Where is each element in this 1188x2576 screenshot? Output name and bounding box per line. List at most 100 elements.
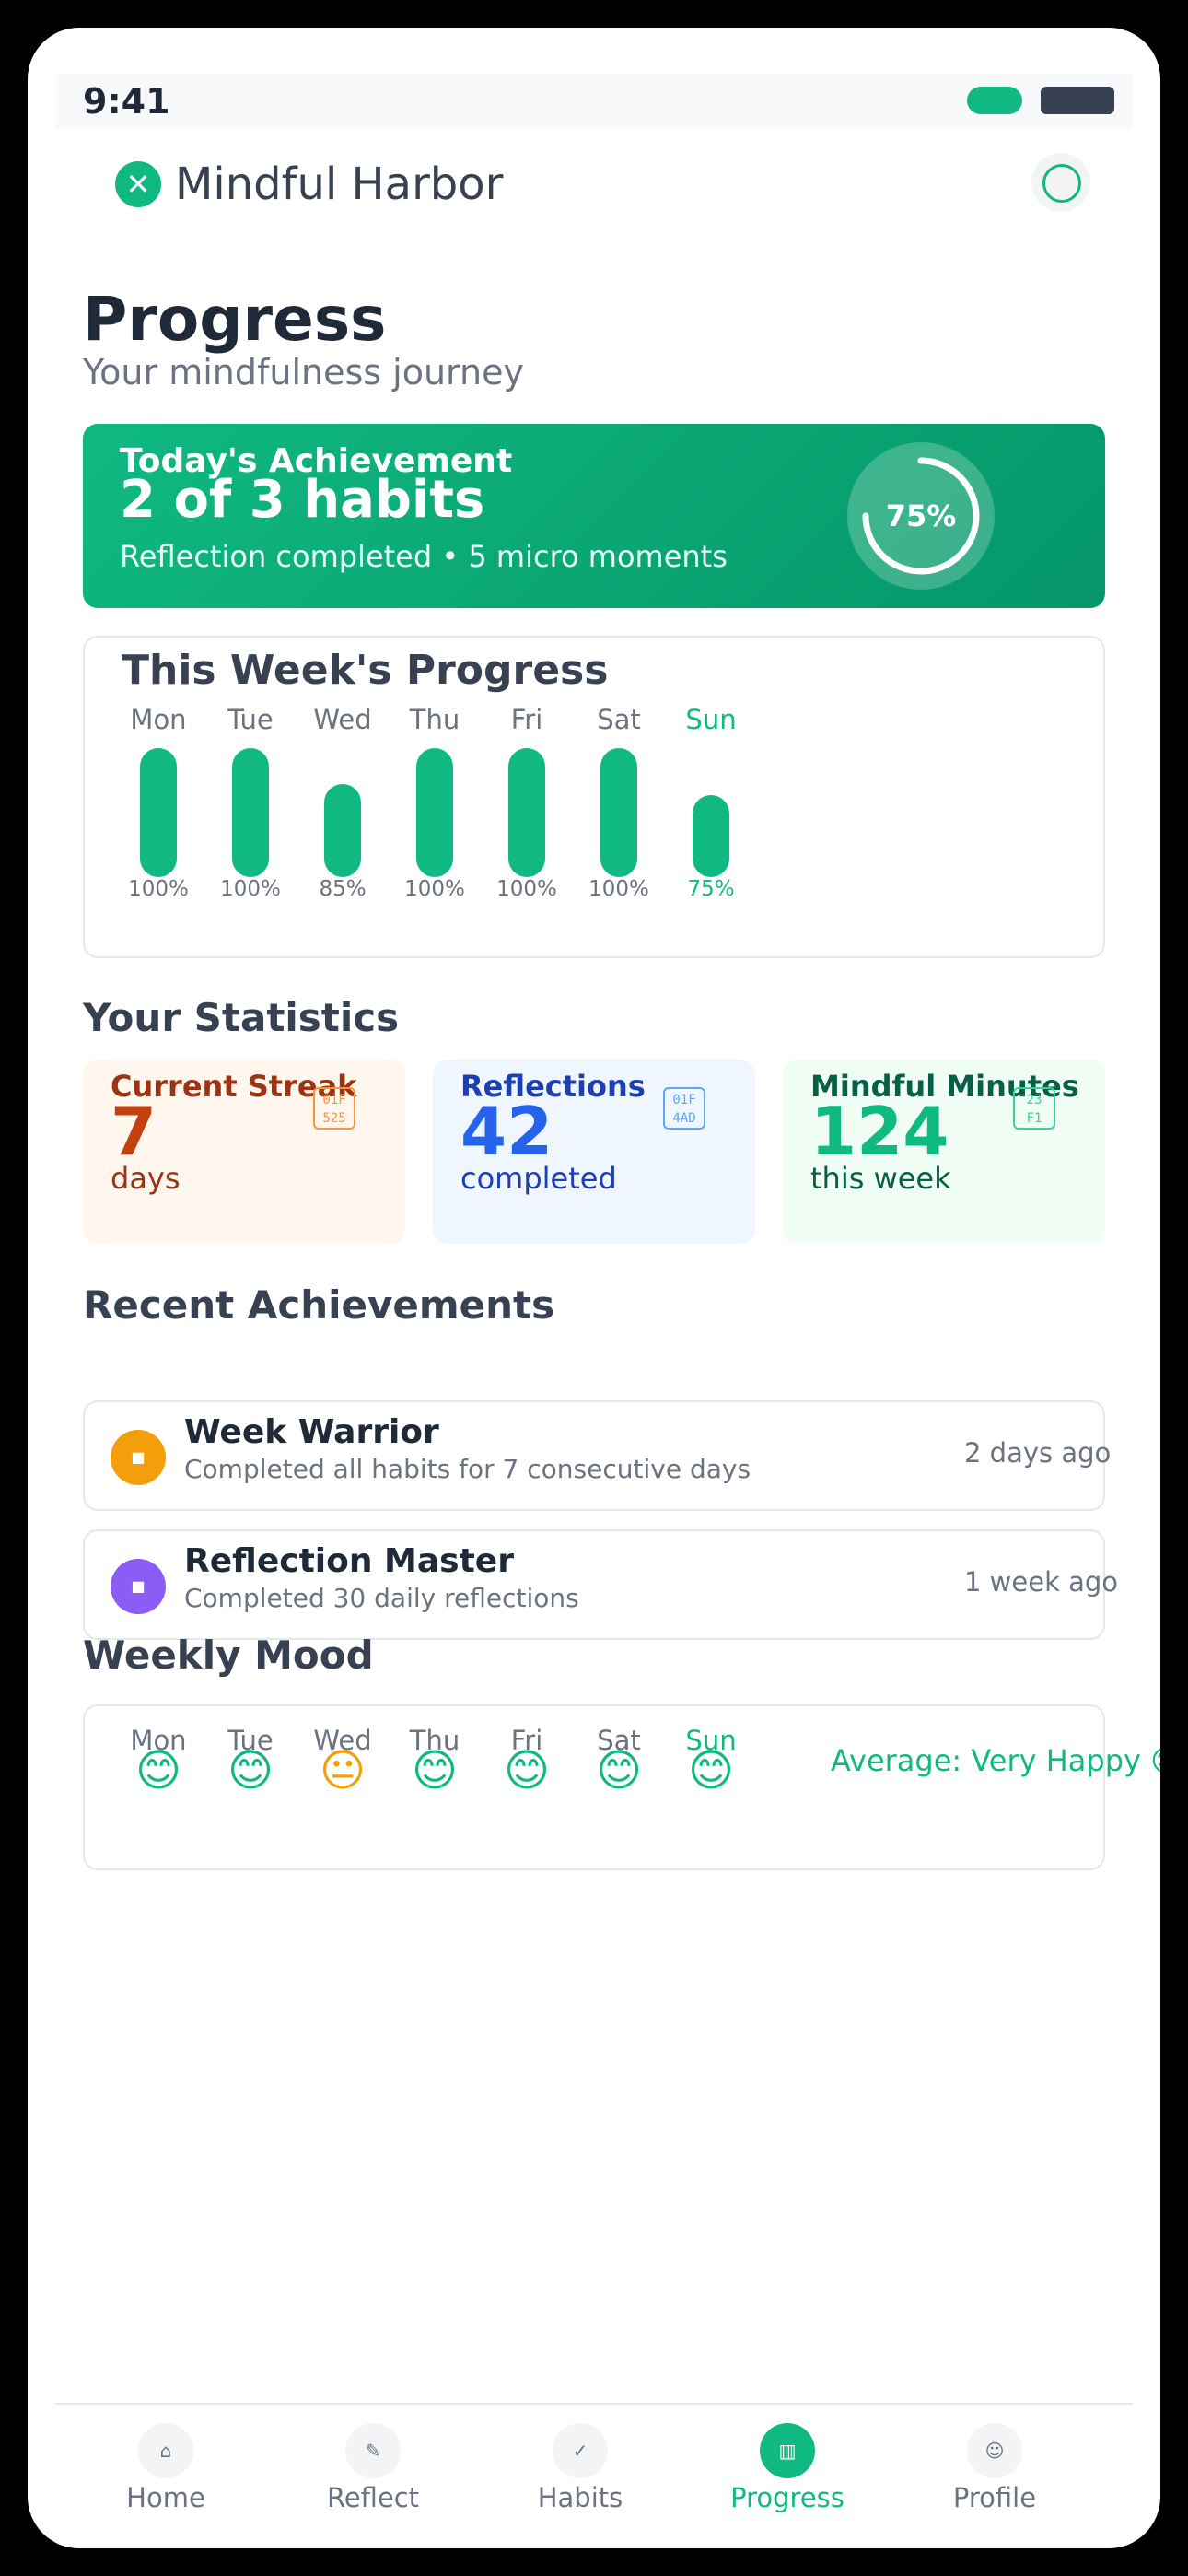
stat-value: 124 [810,1093,949,1170]
week-day-label: Sat [597,704,641,735]
hourglass-icon: 23 F1 [1013,1087,1055,1130]
battery-icon [1041,87,1114,114]
achievement-description: Completed all habits for 7 consecutive d… [184,1454,751,1484]
stat-value: 7 [111,1093,157,1170]
week-bar [600,748,637,877]
week-bar-value-label: 85% [319,877,367,901]
nav-label: Profile [952,2482,1037,2513]
week-bar [140,748,177,877]
week-bar-value-label: 100% [220,877,281,901]
notebook-icon: 01F 4AD [663,1087,705,1130]
check-icon: ✓ [553,2423,608,2478]
week-bar [416,748,453,877]
stat-card[interactable]: Reflections 42 completed 01F 4AD [433,1060,755,1244]
week-bar-value-label: 100% [404,877,465,901]
stat-unit: this week [810,1161,951,1196]
week-bar [232,748,269,877]
achievement-list-item[interactable]: ■ Reflection Master Completed 30 daily ref… [83,1529,1118,1640]
stat-unit: days [111,1161,181,1196]
achievement-list-item[interactable]: ■ Week Warrior Completed all habits for 7 … [83,1400,1111,1511]
nav-label: Habits [537,2482,623,2513]
week-day-column: Thu 100% [398,638,490,960]
week-bar-value-label: 75% [687,877,735,901]
week-day-column: Wed 85% [306,638,398,960]
chart-icon: ▥ [760,2423,815,2478]
progress-ring-percent: 75% [885,498,957,533]
mood-face-icon: 😊 [411,1745,459,1797]
app-name: Mindful Harbor [175,158,504,210]
mood-face-icon: 😊 [687,1745,735,1797]
achievement-description: Completed 30 daily reflections [184,1583,579,1613]
week-progress-card: This Week's Progress Mon 100% Tue 100% Wed 85… [83,636,1105,958]
fire-icon: 01F 525 [313,1087,355,1130]
achievement-time: 1 week ago [964,1566,1119,1598]
nav-item-profile[interactable]: ☺ Profile [903,2405,1087,2548]
mood-face-icon: 😊 [227,1745,274,1797]
today-achievement-card[interactable]: Today's Achievement 2 of 3 habits Reflec… [83,424,1105,608]
week-day-label: Mon [130,704,187,735]
statistics-title: Your Statistics [83,995,400,1040]
week-day-column: Tue 100% [214,638,306,960]
status-bar: 9:41 [55,74,1133,129]
achievement-value: 2 of 3 habits [120,470,485,530]
week-bar-track [324,748,361,877]
week-bar [693,794,729,877]
star-icon: ■ [111,1559,166,1614]
stat-value: 42 [460,1093,553,1170]
nav-item-progress[interactable]: ▥ Progress [695,2405,879,2548]
mood-average: Average: Very Happy 😊 [831,1743,1160,1778]
weekly-mood-card: Mon 😊 Tue 😊 Wed 😐 Thu 😊 Fri 😊 Sat 😊 Sun 😊 Average: Ve… [83,1704,1160,1870]
nav-item-habits[interactable]: ✓ Habits [488,2405,672,2548]
week-bar-track [140,748,177,877]
page-subtitle: Your mindfulness journey [83,352,524,392]
nav-label: Home [126,2482,205,2513]
achievement-detail: Reflection completed • 5 micro moments [120,539,728,574]
achievement-name: Week Warrior [184,1413,439,1451]
nav-item-reflect[interactable]: ✎ Reflect [281,2405,465,2548]
week-day-column: Sun 75% [674,638,766,960]
week-bar-track [416,748,453,877]
week-day-label: Wed [313,704,372,735]
week-day-label: Sun [685,704,737,735]
mood-face-icon: 😊 [503,1745,551,1797]
profile-icon: ☺ [967,2423,1022,2478]
week-day-label: Thu [409,704,460,735]
reflect-icon: ✎ [345,2423,401,2478]
week-bar-track [600,748,637,877]
recent-achievements-title: Recent Achievements [83,1282,555,1328]
profile-ring-button[interactable] [1031,153,1090,212]
mood-face-icon: 😊 [134,1745,182,1797]
week-bar-value-label: 100% [128,877,189,901]
week-day-column: Mon 100% [122,638,214,960]
signal-indicator-icon [967,87,1022,114]
week-bar [324,783,361,877]
nav-item-home[interactable]: ⌂ Home [74,2405,258,2548]
week-day-column: Fri 100% [490,638,582,960]
stat-card[interactable]: Current Streak 7 days 01F 525 [83,1060,405,1244]
week-bar-value-label: 100% [588,877,649,901]
achievement-time: 2 days ago [964,1437,1112,1469]
achievement-name: Reflection Master [184,1542,514,1580]
week-bar-track [232,748,269,877]
week-day-label: Tue [227,704,274,735]
bottom-nav: ⌂ Home ✎ Reflect ✓ Habits ▥ Progress ☺ Profile [55,2403,1133,2548]
mood-face-icon: 😐 [319,1745,367,1797]
week-bar-track [693,748,729,877]
mood-face-icon: 😊 [595,1745,643,1797]
weekly-mood-title: Weekly Mood [83,1633,374,1678]
app-screen: 9:41 ✕ Mindful Harbor Progress Your mind… [55,74,1160,2548]
nav-label: Reflect [326,2482,420,2513]
stat-unit: completed [460,1161,617,1196]
page-title: Progress [83,284,387,355]
week-bar [508,748,545,877]
week-bar-value-label: 100% [496,877,557,901]
week-day-column: Sat 100% [582,638,674,960]
week-day-label: Fri [510,704,543,735]
status-time: 9:41 [83,81,170,122]
home-icon: ⌂ [138,2423,193,2478]
stat-card[interactable]: Mindful Minutes 124 this week 23 F1 [783,1060,1105,1244]
trophy-icon: ■ [111,1430,166,1485]
phone-frame: 9:41 ✕ Mindful Harbor Progress Your mind… [28,28,1160,2548]
week-bar-track [508,748,545,877]
nav-label: Progress [730,2482,844,2513]
